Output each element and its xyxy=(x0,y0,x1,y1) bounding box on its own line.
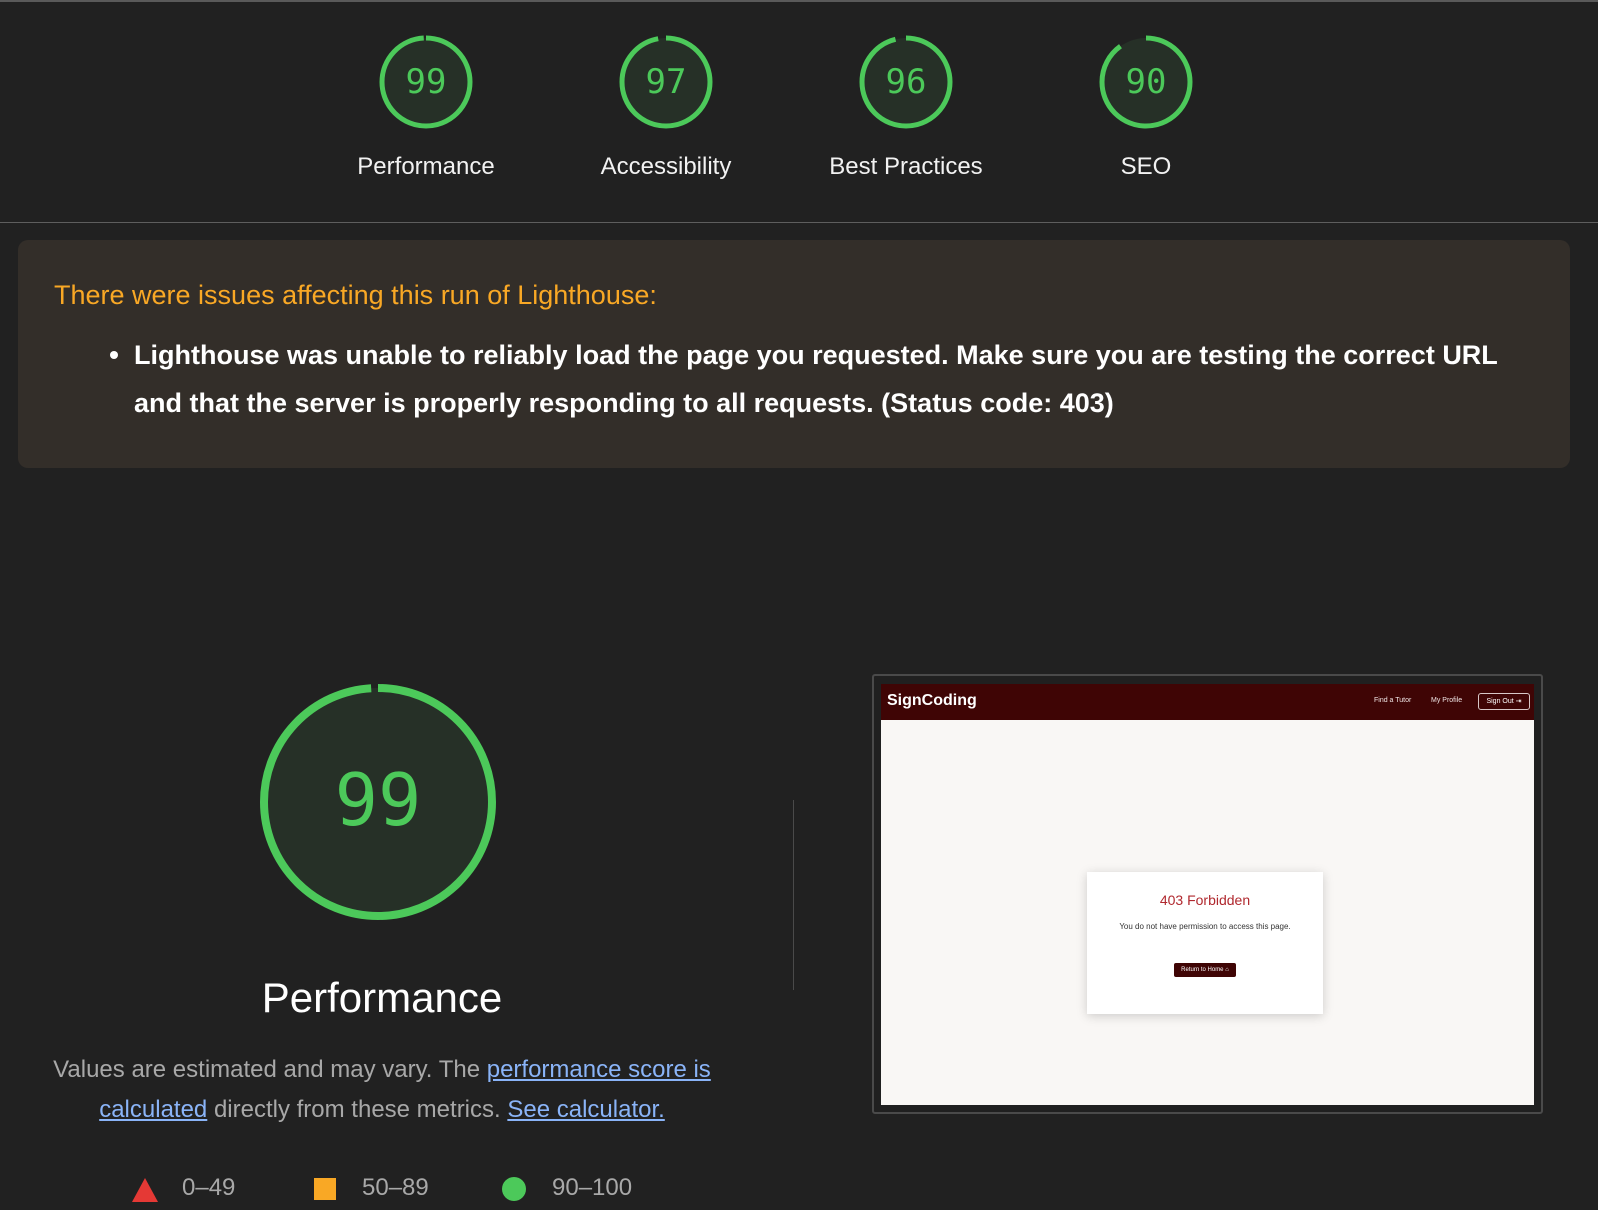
screenshot-nav-link: My Profile xyxy=(1431,697,1463,704)
square-icon xyxy=(314,1178,336,1200)
score-gauges-row: 99 Performance 97 Accessibility 96 Best … xyxy=(0,0,1598,223)
legend-label: 50–89 xyxy=(362,1174,429,1201)
circle-icon xyxy=(502,1177,526,1201)
warning-item-text: Lighthouse was unable to reliably load t… xyxy=(134,340,1498,418)
screenshot-return-button: Return to Home ⌂ xyxy=(1174,963,1236,977)
triangle-icon xyxy=(132,1178,158,1202)
gauge-score: 99 xyxy=(406,62,447,102)
gauge-ring: 97 xyxy=(619,35,713,129)
screenshot-card-text: You do not have permission to access thi… xyxy=(1119,922,1291,931)
gauge-best-practices[interactable]: 96 Best Practices xyxy=(806,33,1006,193)
gauge-ring: 90 xyxy=(1099,35,1193,129)
bullet-icon xyxy=(110,351,118,359)
lighthouse-warning-box: There were issues affecting this run of … xyxy=(18,240,1570,468)
gauge-label: Accessibility xyxy=(600,153,732,180)
legend-label: 90–100 xyxy=(552,1174,633,1201)
final-screenshot[interactable]: SignCoding Find a Tutor My Profile Sign … xyxy=(872,674,1543,1114)
warning-item: Lighthouse was unable to reliably load t… xyxy=(110,331,1534,427)
gauge-ring: 99 xyxy=(379,35,473,129)
gauge-accessibility[interactable]: 97 Accessibility xyxy=(566,33,766,193)
performance-title: Performance xyxy=(261,974,503,1021)
screenshot-brand: SignCoding xyxy=(887,692,977,709)
screenshot-navbar: SignCoding Find a Tutor My Profile Sign … xyxy=(881,684,1534,720)
warning-list: Lighthouse was unable to reliably load t… xyxy=(54,331,1534,427)
logout-icon: ⇥ xyxy=(1515,698,1522,705)
performance-gauge-large: 99 xyxy=(258,682,498,927)
desc-text: Values are estimated and may vary. The xyxy=(53,1056,487,1083)
gauge-label: Performance xyxy=(357,153,495,180)
screenshot-nav-link: Find a Tutor xyxy=(1374,697,1412,704)
gauge-ring: 99 xyxy=(260,684,496,920)
warning-title: There were issues affecting this run of … xyxy=(54,280,657,310)
gauge-score: 99 xyxy=(335,758,422,842)
gauge-score: 90 xyxy=(1126,62,1167,102)
performance-description: Values are estimated and may vary. The p… xyxy=(30,1050,734,1130)
screenshot-page: SignCoding Find a Tutor My Profile Sign … xyxy=(881,684,1534,1105)
legend-label: 0–49 xyxy=(182,1174,236,1201)
gauge-seo[interactable]: 90 SEO xyxy=(1046,33,1246,193)
home-icon: ⌂ xyxy=(1225,967,1229,973)
gauge-performance[interactable]: 99 Performance xyxy=(326,33,526,193)
gauge-label: SEO xyxy=(1120,153,1172,180)
screenshot-sign-out: Sign Out ⇥ xyxy=(1478,693,1530,710)
return-label: Return to Home xyxy=(1181,967,1224,973)
see-calculator-link[interactable]: See calculator. xyxy=(507,1096,664,1123)
gauge-score: 97 xyxy=(646,62,687,102)
screenshot-forbidden-card: 403 Forbidden You do not have permission… xyxy=(1087,872,1323,1014)
gauge-label: Best Practices xyxy=(829,153,983,180)
screenshot-card-title: 403 Forbidden xyxy=(1159,892,1251,908)
gauge-score: 96 xyxy=(886,62,927,102)
vertical-divider xyxy=(793,800,794,990)
desc-text: directly from these metrics. xyxy=(207,1096,508,1123)
sign-out-label: Sign Out xyxy=(1486,698,1514,705)
gauge-ring: 96 xyxy=(859,35,953,129)
